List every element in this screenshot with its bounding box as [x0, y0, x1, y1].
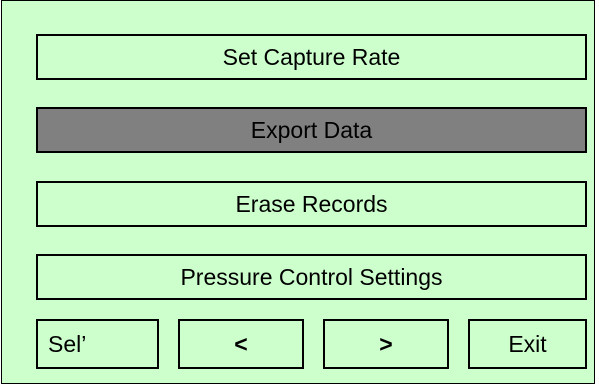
menu-item-label: Set Capture Rate	[222, 43, 401, 70]
next-button[interactable]: >	[323, 319, 449, 369]
menu-item-export-data[interactable]: Export Data	[36, 107, 587, 153]
previous-button[interactable]: <	[178, 319, 304, 369]
menu-item-set-capture-rate[interactable]: Set Capture Rate	[36, 34, 587, 80]
exit-button[interactable]: Exit	[468, 319, 587, 369]
menu-item-label: Export Data	[250, 116, 373, 143]
menu-item-pressure-control-settings[interactable]: Pressure Control Settings	[36, 254, 587, 300]
menu-item-label: Pressure Control Settings	[180, 263, 443, 290]
menu-item-erase-records[interactable]: Erase Records	[36, 181, 587, 227]
menu-item-label: Erase Records	[235, 190, 388, 217]
device-screen: Set Capture Rate Export Data Erase Recor…	[1, 0, 595, 384]
select-button[interactable]: Sel’	[36, 319, 159, 369]
